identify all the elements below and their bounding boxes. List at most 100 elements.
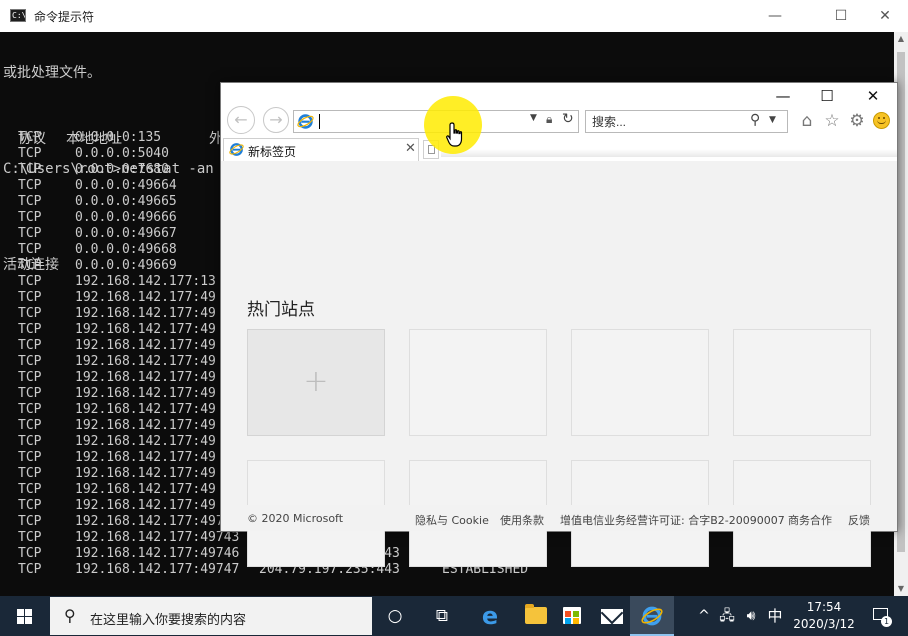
internet-explorer-taskbar-icon[interactable] — [630, 596, 674, 636]
taskbar: ⚲ 在这里输入你要搜索的内容 ○ ⧉ e ^ 🖧︎ 🔊︎ 中 17:54 202… — [0, 596, 908, 636]
ie-close-button[interactable]: ✕ — [851, 83, 895, 109]
site-tile[interactable] — [571, 329, 709, 436]
address-input[interactable] — [318, 113, 518, 130]
site-tile[interactable] — [409, 329, 547, 436]
ie-window: — ☐ ✕ ← → ▼ 🔒︎ ↻ ⚲ ▼ ⌂ ☆ ⚙ 新标签页 — [220, 82, 898, 567]
cell-local-address: 0.0.0.0:49669 — [75, 258, 177, 273]
ie-maximize-button[interactable]: ☐ — [805, 83, 849, 109]
cmd-line — [3, 113, 214, 129]
back-button[interactable]: ← — [227, 106, 255, 134]
cell-protocol: TCP — [18, 482, 42, 497]
mail-icon[interactable] — [592, 596, 632, 636]
cell-local-address: 0.0.0.0:7680 — [75, 162, 169, 177]
show-hidden-icons-chevron-icon[interactable]: ^ — [694, 596, 714, 636]
ime-indicator[interactable]: 中 — [764, 596, 786, 636]
plus-icon: + — [303, 364, 329, 399]
cmd-line: 或批处理文件。 — [3, 65, 101, 81]
cell-protocol: TCP — [18, 226, 42, 241]
cell-local-address: 192.168.142.177:49 — [75, 338, 216, 353]
store-icon[interactable] — [552, 596, 592, 636]
tab-close-icon[interactable]: ✕ — [405, 141, 416, 156]
cell-protocol: TCP — [18, 130, 42, 145]
cmd-app-icon: C:\ — [10, 9, 26, 22]
site-tile[interactable] — [733, 329, 871, 436]
clock-date: 2020/3/12 — [793, 617, 855, 631]
taskbar-search-placeholder: 在这里输入你要搜索的内容 — [90, 613, 247, 628]
cell-local-address: 192.168.142.177:49 — [75, 306, 216, 321]
notification-count-badge: 1 — [881, 616, 892, 627]
cell-protocol: TCP — [18, 418, 42, 433]
cell-protocol: TCP — [18, 354, 42, 369]
cell-local-address: 0.0.0.0:5040 — [75, 146, 169, 161]
cell-local-address: 192.168.142.177:49 — [75, 418, 216, 433]
feedback-smiley-icon[interactable] — [873, 112, 890, 129]
tab-new-tab[interactable]: 新标签页 ✕ — [223, 138, 419, 161]
home-icon[interactable]: ⌂ — [797, 110, 817, 132]
start-button[interactable] — [0, 596, 48, 636]
search-input[interactable] — [592, 114, 742, 130]
ie-minimize-button[interactable]: — — [761, 83, 805, 109]
cell-protocol: TCP — [18, 450, 42, 465]
cell-protocol: TCP — [18, 402, 42, 417]
cell-protocol: TCP — [18, 162, 42, 177]
ie-logo-icon — [297, 114, 314, 129]
new-tab-page: 热门站点 + © 2020 Microsoft 隐私与 Cookie 使用条款 … — [221, 161, 897, 567]
clock-time: 17:54 — [806, 600, 842, 614]
add-site-tile[interactable]: + — [247, 329, 385, 436]
action-center-icon[interactable]: 1 — [868, 596, 894, 636]
cell-local-address: 192.168.142.177:49743 — [75, 530, 240, 545]
cell-protocol: TCP — [18, 258, 42, 273]
ie-titlebar[interactable]: — ☐ ✕ — [221, 83, 897, 109]
refresh-icon[interactable]: ↻ — [562, 111, 574, 127]
cell-local-address: 0.0.0.0:49665 — [75, 194, 177, 209]
forward-button[interactable]: → — [263, 107, 289, 133]
scroll-up-arrow-icon[interactable]: ▲ — [894, 32, 908, 46]
edge-icon[interactable]: e — [470, 596, 510, 636]
address-dropdown-icon[interactable]: ▼ — [530, 113, 537, 123]
cell-local-address: 192.168.142.177:49 — [75, 434, 216, 449]
scroll-down-arrow-icon[interactable]: ▼ — [894, 582, 908, 596]
volume-icon[interactable]: 🔊︎ — [740, 596, 762, 636]
cell-local-address: 0.0.0.0:49667 — [75, 226, 177, 241]
cmd-minimize-button[interactable]: — — [752, 0, 798, 32]
gear-icon[interactable]: ⚙ — [847, 110, 867, 132]
cell-local-address: 192.168.142.177:49 — [75, 450, 216, 465]
cell-local-address: 192.168.142.177:13 — [75, 274, 216, 289]
cell-protocol: TCP — [18, 290, 42, 305]
cell-protocol: TCP — [18, 178, 42, 193]
cell-protocol: TCP — [18, 434, 42, 449]
favorites-star-icon[interactable]: ☆ — [822, 110, 842, 132]
network-icon[interactable]: 🖧︎ — [716, 596, 738, 636]
page-footer: © 2020 Microsoft 隐私与 Cookie 使用条款 增值电信业务经… — [221, 505, 897, 531]
footer-privacy-link[interactable]: 隐私与 Cookie — [415, 512, 489, 528]
tab-strip: 新标签页 ✕ — [221, 137, 897, 161]
cmd-titlebar[interactable]: C:\ 命令提示符 — ☐ ✕ — [0, 0, 908, 32]
cortana-icon[interactable]: ○ — [375, 596, 415, 636]
cell-local-address: 192.168.142.177:49 — [75, 386, 216, 401]
task-view-icon[interactable]: ⧉ — [422, 596, 462, 636]
cell-protocol: TCP — [18, 274, 42, 289]
scroll-thumb[interactable] — [897, 52, 905, 552]
cmd-maximize-button[interactable]: ☐ — [818, 0, 864, 32]
ie-logo-icon — [229, 143, 244, 156]
cell-local-address: 192.168.142.177:49 — [75, 482, 216, 497]
hot-sites-title: 热门站点 — [247, 300, 315, 320]
cell-local-address: 192.168.142.177:49 — [75, 402, 216, 417]
cell-local-address: 192.168.142.177:49 — [75, 370, 216, 385]
cell-local-address: 0.0.0.0:49666 — [75, 210, 177, 225]
file-explorer-icon[interactable] — [515, 596, 555, 636]
system-clock[interactable]: 17:54 2020/3/12 — [788, 599, 860, 633]
lock-icon[interactable]: 🔒︎ — [546, 112, 552, 127]
footer-business-link[interactable]: 商务合作 — [788, 512, 832, 528]
footer-feedback-link[interactable]: 反馈 — [848, 512, 870, 528]
cell-protocol: TCP — [18, 386, 42, 401]
footer-terms-link[interactable]: 使用条款 — [500, 512, 544, 528]
cell-local-address: 0.0.0.0:49668 — [75, 242, 177, 257]
cmd-close-button[interactable]: ✕ — [862, 0, 908, 32]
footer-license-link[interactable]: 增值电信业务经营许可证: 合字B2-20090007 — [560, 512, 785, 528]
taskbar-search-box[interactable]: ⚲ 在这里输入你要搜索的内容 — [50, 597, 372, 635]
search-icon[interactable]: ⚲ — [750, 112, 760, 128]
search-dropdown-icon[interactable]: ▼ — [769, 115, 776, 125]
cell-protocol: TCP — [18, 146, 42, 161]
search-box[interactable]: ⚲ ▼ — [585, 110, 788, 133]
